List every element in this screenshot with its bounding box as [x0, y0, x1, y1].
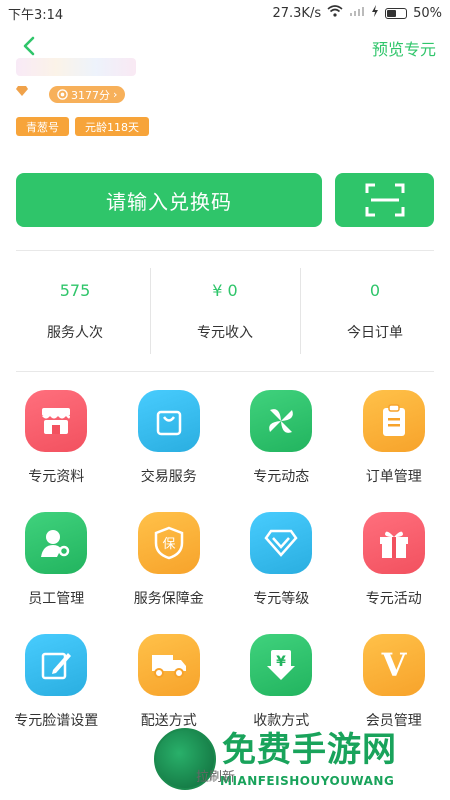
menu-item-label: 专元脸谱设置	[14, 713, 99, 729]
menu-item-label: 交易服务	[140, 469, 197, 485]
stat-value: 575	[59, 280, 91, 300]
stat-income[interactable]: ¥ 0 专元收入	[150, 266, 300, 356]
divider-bottom	[16, 371, 434, 372]
watermark-subtitle: MIANFEISHOUYOUWANG	[220, 774, 395, 788]
svg-text:¥: ¥	[276, 654, 286, 670]
score-badge[interactable]: 3177分 ›	[49, 86, 126, 103]
menu-item[interactable]: 员工管理	[0, 512, 113, 608]
shield-icon: 保	[137, 512, 200, 574]
menu-item-label: 专元动态	[253, 469, 310, 485]
svg-text:保: 保	[162, 537, 175, 552]
tag-age: 元龄118天	[75, 117, 149, 136]
vip-icon: V	[362, 634, 425, 696]
menu-item[interactable]: 专元等级	[225, 512, 338, 608]
menu-item[interactable]: 专元动态	[225, 390, 338, 486]
gift-icon	[362, 512, 425, 574]
shop-icon	[25, 390, 88, 452]
signal-icon	[349, 5, 365, 21]
preview-button[interactable]: 预览专元	[372, 36, 436, 60]
network-speed: 27.3K/s	[272, 5, 322, 21]
chevron-right-icon: ›	[113, 88, 118, 101]
menu-item[interactable]: 专元资料	[0, 390, 113, 486]
diamond-icon	[250, 512, 313, 574]
stat-service-count[interactable]: 575 服务人次	[0, 266, 150, 356]
pull-refresh-hint: 拉刷新	[196, 770, 236, 785]
scan-icon	[365, 183, 404, 217]
staff-icon	[25, 512, 88, 574]
battery-icon	[385, 7, 408, 19]
stat-today-orders[interactable]: 0 今日订单	[300, 266, 450, 356]
menu-item-label: 专元活动	[365, 591, 422, 607]
redeem-code-button[interactable]: 请输入兑换码	[16, 173, 322, 227]
profile-name-blurred	[16, 58, 136, 76]
menu-item-label: 员工管理	[28, 591, 85, 607]
status-right: 27.3K/s 50%	[272, 5, 442, 21]
charging-icon	[371, 5, 379, 21]
medal-icon	[57, 89, 68, 100]
svg-text:V: V	[380, 648, 407, 682]
wifi-icon	[327, 5, 343, 21]
score-value: 3177分	[71, 88, 110, 102]
divider-top	[16, 250, 434, 251]
pinwheel-icon	[250, 390, 313, 452]
stat-label: 今日订单	[347, 324, 403, 341]
truck-icon	[137, 634, 200, 696]
menu-item-label: 专元资料	[28, 469, 85, 485]
menu-item-label: 服务保障金	[133, 591, 204, 607]
menu-grid: 专元资料 交易服务 专元动态 订单管理 员工管理保服务保障金 专元等级 专元活动 专元脸谱设置…	[0, 390, 450, 730]
yuan-icon: ¥	[250, 634, 313, 696]
menu-item[interactable]: 配送方式	[113, 634, 226, 730]
profile-tags: 青葱号 元龄118天	[16, 117, 149, 136]
menu-item[interactable]: 专元脸谱设置	[0, 634, 113, 730]
watermark-logo: 免费手游网 MIANFEISHOUYOUWANG	[150, 722, 450, 800]
watermark-title: 免费手游网	[222, 730, 397, 770]
status-time: 下午3:14	[8, 7, 64, 23]
stat-label: 专元收入	[197, 324, 253, 341]
stats-row: 575 服务人次 ¥ 0 专元收入 0 今日订单	[0, 266, 450, 356]
battery-percent: 50%	[413, 5, 442, 21]
menu-item-label: 专元等级	[253, 591, 310, 607]
clipboard-icon	[362, 390, 425, 452]
scan-button[interactable]	[335, 173, 434, 227]
menu-item[interactable]: ¥ 收款方式	[225, 634, 338, 730]
stat-value: ¥ 0	[212, 280, 238, 300]
menu-item-label: 订单管理	[365, 469, 422, 485]
stat-label: 服务人次	[47, 324, 103, 341]
status-bar: 下午3:14 27.3K/s 50%	[0, 0, 450, 26]
edit-icon	[25, 634, 88, 696]
menu-item[interactable]: 专元活动	[338, 512, 450, 608]
tag-level: 青葱号	[16, 117, 69, 136]
menu-item[interactable]: 交易服务	[113, 390, 226, 486]
battery-fill	[387, 9, 396, 17]
bag-icon	[137, 390, 200, 452]
diamond-badge-icon	[16, 86, 28, 99]
menu-item[interactable]: 订单管理	[338, 390, 450, 486]
menu-item[interactable]: 保服务保障金	[113, 512, 226, 608]
menu-item[interactable]: V 会员管理	[338, 634, 450, 730]
stat-value: 0	[369, 280, 381, 300]
